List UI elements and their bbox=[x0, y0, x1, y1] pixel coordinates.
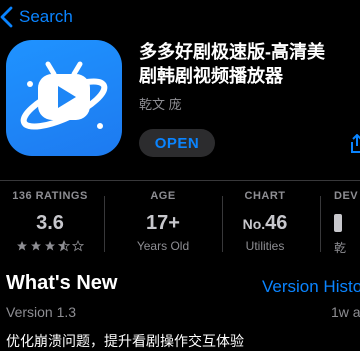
age-sub: Years Old bbox=[136, 239, 190, 253]
app-title: 多多好剧极速版-高清美 剧韩剧视频播放器 bbox=[139, 40, 360, 88]
star-empty-icon bbox=[72, 240, 84, 252]
age-value: 17+ bbox=[146, 212, 180, 234]
version-history-link[interactable]: Version Histo bbox=[262, 277, 360, 297]
star-full-icon bbox=[45, 241, 55, 251]
age-stat[interactable]: AGE 17+ Years Old bbox=[118, 190, 208, 253]
age-header: AGE bbox=[150, 190, 176, 202]
release-age: 1w a bbox=[331, 304, 360, 320]
chart-number: 46 bbox=[265, 212, 288, 234]
person-icon bbox=[334, 214, 342, 232]
divider bbox=[0, 180, 360, 181]
chevron-left-icon bbox=[0, 6, 13, 28]
developer-icon-slot bbox=[334, 212, 360, 235]
stat-separator bbox=[320, 196, 321, 252]
developer-header: DEV bbox=[334, 190, 359, 202]
chart-stat[interactable]: CHART No. 46 Utilities bbox=[226, 190, 304, 253]
open-button[interactable]: OPEN bbox=[139, 129, 215, 157]
stat-separator bbox=[104, 196, 105, 252]
developer-sub: 乾 bbox=[334, 241, 347, 255]
tv-play-logo-icon bbox=[20, 61, 108, 130]
share-icon[interactable] bbox=[350, 134, 360, 154]
app-title-line2: 剧韩剧视频播放器 bbox=[139, 66, 283, 86]
ratings-header: 136 RATINGS bbox=[12, 190, 88, 202]
ratings-stat[interactable]: 136 RATINGS 3.6 bbox=[10, 190, 90, 252]
star-full-icon bbox=[31, 241, 41, 251]
release-notes: 优化崩溃问题，提升看剧操作交互体验 bbox=[6, 333, 244, 349]
app-icon bbox=[6, 40, 122, 156]
app-title-line1: 多多好剧极速版-高清美 bbox=[139, 42, 325, 62]
star-half-icon bbox=[58, 240, 70, 252]
ratings-value: 3.6 bbox=[36, 212, 64, 234]
chart-sub: Utilities bbox=[245, 239, 285, 253]
chart-header: CHART bbox=[244, 190, 286, 202]
developer-name: 乾文 庞 bbox=[139, 97, 182, 112]
version-label: Version 1.3 bbox=[6, 304, 77, 320]
stat-separator bbox=[222, 196, 223, 252]
chart-prefix: No. bbox=[242, 216, 266, 232]
back-label: Search bbox=[19, 7, 73, 26]
back-button[interactable]: Search bbox=[0, 6, 73, 28]
star-rating bbox=[10, 240, 90, 252]
chart-value: No. 46 bbox=[226, 212, 304, 235]
star-full-icon bbox=[17, 241, 27, 251]
developer-stat[interactable]: DEV 乾 bbox=[334, 190, 360, 256]
whats-new-title: What's New bbox=[6, 272, 118, 294]
navigation-bar: Search bbox=[0, 0, 360, 36]
